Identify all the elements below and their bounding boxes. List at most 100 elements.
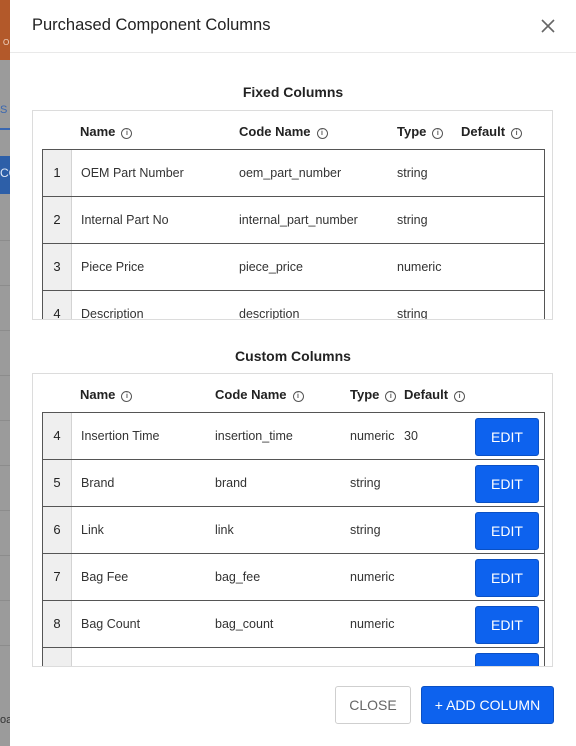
table-row: 2 Internal Part No internal_part_number …	[43, 197, 544, 244]
table-row: 4 Insertion Time insertion_time numeric …	[43, 413, 544, 460]
table-row: 6 Link link string EDIT	[43, 507, 544, 554]
cell-code-name: bag_count	[215, 617, 274, 631]
cell-default: 30	[404, 429, 418, 443]
background-header-text: O	[3, 38, 10, 47]
edit-button[interactable]: EDIT	[475, 559, 539, 597]
cell-code-name: piece_price	[239, 260, 303, 274]
cell-code-name: insertion_time	[215, 429, 293, 443]
table-row: 3 Piece Price piece_price numeric	[43, 244, 544, 291]
cell-name: Brand	[81, 476, 115, 490]
table-row: 5 Brand brand string EDIT	[43, 460, 544, 507]
info-icon[interactable]: i	[121, 128, 133, 139]
custom-columns-title: Custom Columns	[235, 348, 351, 364]
cell-name: Internal Part No	[81, 213, 169, 227]
row-number: 7	[43, 554, 72, 600]
info-icon[interactable]: i	[432, 128, 444, 139]
info-icon[interactable]: i	[121, 391, 133, 402]
cell-name: Bag Fee	[81, 570, 129, 584]
fixed-table-rows: 1 OEM Part Number oem_part_number string…	[42, 149, 545, 320]
columns-modal: Purchased Component Columns Fixed Column…	[10, 0, 576, 746]
background-button: CO	[0, 156, 18, 194]
row-number: 6	[43, 507, 72, 553]
background-divider	[0, 465, 10, 466]
info-icon[interactable]: i	[292, 391, 304, 402]
background-tab-text: S	[0, 104, 8, 116]
info-icon[interactable]: i	[454, 391, 466, 402]
table-row: 1 OEM Part Number oem_part_number string	[43, 150, 544, 197]
header-name: Name i	[80, 387, 133, 402]
cell-name: Piece Price	[81, 260, 145, 274]
add-column-button[interactable]: + ADD COLUMN	[421, 686, 554, 724]
background-divider	[0, 285, 10, 286]
fixed-columns-table: Name i Code Name i Type i Default i 1 OEM Pa…	[32, 110, 553, 320]
background-divider	[0, 375, 10, 376]
row-number: 1	[43, 150, 72, 196]
background-divider	[0, 240, 10, 241]
cell-code-name: link	[215, 523, 234, 537]
edit-button[interactable]: EDIT	[475, 465, 539, 503]
cell-name: Description	[81, 307, 144, 320]
background-divider	[0, 600, 10, 601]
fixed-table-header: Name i Code Name i Type i Default i	[33, 111, 552, 151]
row-number: 5	[43, 460, 72, 506]
row-number: 4	[43, 413, 72, 459]
cell-code-name: description	[239, 307, 300, 320]
cell-code-name: internal_part_number	[239, 213, 358, 227]
header-default: Default i	[404, 387, 466, 402]
header-code-name: Code Name i	[239, 124, 328, 139]
info-icon[interactable]: i	[511, 128, 523, 139]
cell-type: string	[350, 523, 381, 537]
header-name: Name i	[80, 124, 133, 139]
row-number: 4	[43, 291, 72, 319]
fixed-columns-title: Fixed Columns	[242, 84, 344, 100]
cell-type: string	[397, 307, 428, 320]
cell-type: string	[350, 476, 381, 490]
cell-name: OEM Part Number	[81, 166, 184, 180]
edit-button[interactable]: EDIT	[475, 606, 539, 644]
background-divider	[0, 510, 10, 511]
cell-code-name: brand	[215, 476, 247, 490]
info-icon[interactable]: i	[385, 391, 397, 402]
table-row: 4 Description description string	[43, 291, 544, 320]
background-app: O S CO oa	[0, 0, 18, 746]
background-divider	[0, 645, 10, 646]
cell-name: Link	[81, 523, 104, 537]
modal-title: Purchased Component Columns	[32, 16, 271, 34]
cell-type: numeric	[350, 570, 395, 584]
custom-table-rows: 4 Insertion Time insertion_time numeric …	[42, 412, 545, 666]
background-header-bar: O	[0, 0, 10, 60]
background-divider	[0, 330, 10, 331]
cell-type: numeric	[350, 617, 395, 631]
header-default: Default i	[461, 124, 523, 139]
modal-header: Purchased Component Columns	[10, 0, 576, 53]
background-divider	[0, 555, 10, 556]
cell-type: numeric	[397, 260, 442, 274]
cell-name: Insertion Time	[81, 429, 160, 443]
info-icon[interactable]: i	[316, 128, 328, 139]
table-row: 8 Bag Count bag_count numeric EDIT	[43, 601, 544, 648]
background-divider	[0, 420, 10, 421]
custom-table-header: Name i Code Name i Type i Default i	[33, 374, 552, 414]
close-x-icon[interactable]	[540, 18, 556, 34]
cell-type: string	[397, 213, 428, 227]
close-button[interactable]: CLOSE	[335, 686, 411, 724]
edit-button[interactable]	[475, 653, 539, 666]
header-type: Type i	[397, 124, 444, 139]
background-tab: S	[0, 98, 10, 130]
cell-type: string	[397, 166, 428, 180]
edit-button[interactable]: EDIT	[475, 512, 539, 550]
row-number: 2	[43, 197, 72, 243]
cell-type: numeric	[350, 429, 395, 443]
cell-code-name: bag_fee	[215, 570, 261, 584]
cell-name: Bag Count	[81, 617, 141, 631]
row-number: 8	[43, 601, 72, 647]
edit-button[interactable]: EDIT	[475, 418, 539, 456]
custom-columns-table: Name i Code Name i Type i Default i 4 Insert…	[32, 373, 553, 667]
header-type: Type i	[350, 387, 397, 402]
row-number	[43, 648, 72, 666]
table-row: 7 Bag Fee bag_fee numeric EDIT	[43, 554, 544, 601]
table-row	[43, 648, 544, 666]
header-code-name: Code Name i	[215, 387, 304, 402]
row-number: 3	[43, 244, 72, 290]
cell-code-name: oem_part_number	[239, 166, 342, 180]
